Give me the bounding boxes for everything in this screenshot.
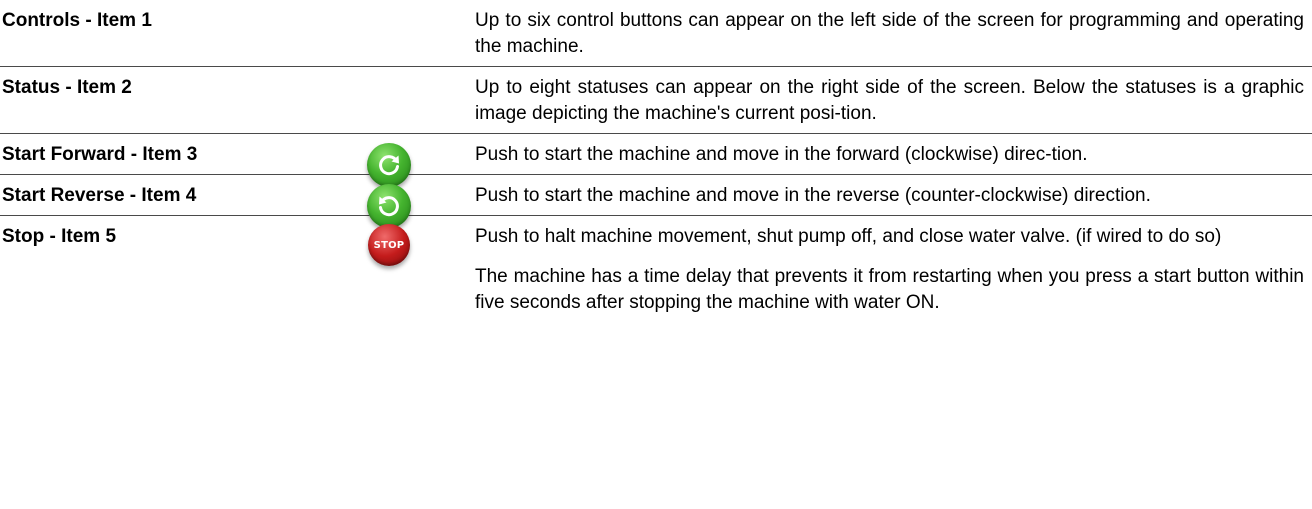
term-status: Status - Item 2: [2, 77, 132, 98]
table-row-start-forward: Start Forward - Item 3 Push to start the…: [0, 134, 1312, 187]
icon-cell-start-forward: [367, 134, 473, 187]
description-status: Up to eight statuses can appear on the r…: [473, 67, 1312, 133]
controls-definition-table: Controls - Item 1 Up to six control butt…: [0, 0, 1312, 509]
term-start-reverse: Start Reverse - Item 4: [2, 185, 197, 206]
description-text: Up to eight statuses can appear on the r…: [475, 77, 1304, 124]
description-note: The machine has a time delay that preven…: [475, 266, 1304, 313]
description-text: Push to start the machine and move in th…: [475, 185, 1151, 206]
description-text: Push to halt machine movement, shut pump…: [475, 226, 1222, 247]
description-text: Up to six control buttons can appear on …: [475, 10, 1304, 57]
description-stop: Push to halt machine movement, shut pump…: [473, 216, 1312, 322]
description-start-reverse: Push to start the machine and move in th…: [473, 175, 1312, 215]
term-stop: Stop - Item 5: [2, 226, 117, 247]
description-start-forward: Push to start the machine and move in th…: [473, 134, 1312, 174]
stop-icon: STOP: [368, 224, 410, 266]
table-row-controls: Controls - Item 1 Up to six control butt…: [0, 0, 1312, 67]
table-row-status: Status - Item 2 Up to eight statuses can…: [0, 67, 1312, 134]
icon-cell-empty: [367, 0, 473, 66]
table-row-start-reverse: Start Reverse - Item 4 Push to start the…: [0, 175, 1312, 228]
stop-icon-label: STOP: [373, 239, 405, 251]
term-start-forward: Start Forward - Item 3: [2, 144, 198, 165]
icon-cell-empty: [367, 67, 473, 133]
icon-cell-start-reverse: [367, 175, 473, 228]
description-controls: Up to six control buttons can appear on …: [473, 0, 1312, 66]
description-text: Push to start the machine and move in th…: [475, 144, 1088, 165]
table-row-stop: Stop - Item 5 STOP Push to halt machine …: [0, 216, 1312, 322]
icon-cell-stop: STOP: [367, 216, 473, 322]
term-controls: Controls - Item 1: [2, 10, 152, 31]
